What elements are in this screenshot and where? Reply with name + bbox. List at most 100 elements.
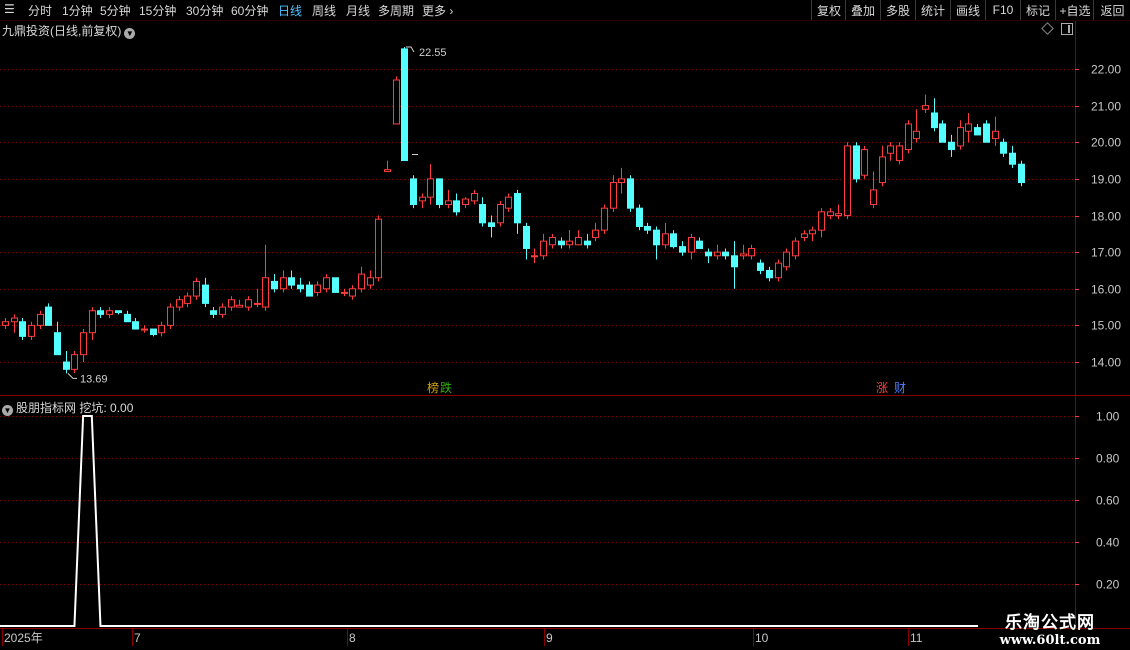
candle-body-up[interactable] xyxy=(28,324,35,337)
candle-body-down[interactable] xyxy=(401,48,408,162)
candle-body-up[interactable] xyxy=(505,196,512,209)
candle-body-down[interactable] xyxy=(983,123,990,143)
candle-body-down[interactable] xyxy=(453,200,460,213)
candle-body-up[interactable] xyxy=(566,240,573,246)
kline-chart-canvas[interactable]: 22.00 21.00 20.00 19.00 18.00 17.00 16.00 15.00… xyxy=(0,0,1130,650)
candle-body-down[interactable] xyxy=(757,262,764,271)
candle-body-up[interactable] xyxy=(419,196,426,202)
candle-body-down[interactable] xyxy=(636,207,643,227)
candle-body-up[interactable] xyxy=(861,149,868,176)
candle-body-up[interactable] xyxy=(245,299,252,308)
candle-body-up[interactable] xyxy=(254,302,261,305)
candle-body-up[interactable] xyxy=(219,306,226,315)
candle-body-down[interactable] xyxy=(97,310,104,315)
candle-body-down[interactable] xyxy=(853,145,860,180)
event-marker[interactable]: 榜 xyxy=(427,380,439,395)
candle-body-down[interactable] xyxy=(63,361,70,370)
candle-body-down[interactable] xyxy=(1009,152,1016,165)
candle-body-up[interactable] xyxy=(662,233,669,246)
candle-body-up[interactable] xyxy=(393,79,400,125)
candle-body-up[interactable] xyxy=(688,236,695,253)
candle-body-up[interactable] xyxy=(531,255,538,258)
candle-body-up[interactable] xyxy=(349,288,356,297)
candle-body-up[interactable] xyxy=(549,236,556,246)
candle-body-down[interactable] xyxy=(653,229,660,246)
candle-body-down[interactable] xyxy=(45,306,52,326)
candle-body-down[interactable] xyxy=(210,310,217,315)
candle-body-down[interactable] xyxy=(766,269,773,279)
candle-body-down[interactable] xyxy=(19,321,26,337)
candle-body-up[interactable] xyxy=(341,291,348,294)
candle-body-down[interactable] xyxy=(627,178,634,209)
candle-body-up[interactable] xyxy=(965,123,972,132)
candle-body-up[interactable] xyxy=(80,332,87,356)
candle-body-up[interactable] xyxy=(801,233,808,238)
candle-body-up[interactable] xyxy=(106,310,113,315)
candle-body-down[interactable] xyxy=(939,123,946,143)
candle-body-up[interactable] xyxy=(2,321,9,326)
candle-body-up[interactable] xyxy=(314,284,321,293)
event-marker[interactable]: 涨 xyxy=(876,380,888,395)
candle-body-up[interactable] xyxy=(280,277,287,290)
candle-body-up[interactable] xyxy=(158,324,165,334)
candle-body-down[interactable] xyxy=(722,251,729,257)
candle-body-down[interactable] xyxy=(410,178,417,206)
candle-body-down[interactable] xyxy=(488,222,495,227)
candle-body-down[interactable] xyxy=(297,284,304,290)
candle-body-down[interactable] xyxy=(696,240,703,249)
candle-body-down[interactable] xyxy=(948,141,955,151)
candle-body-down[interactable] xyxy=(271,280,278,290)
candle-body-up[interactable] xyxy=(957,127,964,147)
candle-body-up[interactable] xyxy=(193,280,200,297)
candle-body-down[interactable] xyxy=(705,251,712,257)
candle-body-up[interactable] xyxy=(618,178,625,184)
indicator-line-wakeng[interactable] xyxy=(0,415,978,627)
candle-body-up[interactable] xyxy=(236,304,243,308)
candle-body-down[interactable] xyxy=(132,321,139,330)
candle-body-down[interactable] xyxy=(332,277,339,293)
candle-body-up[interactable] xyxy=(809,229,816,235)
candle-body-down[interactable] xyxy=(479,204,486,224)
candle-body-up[interactable] xyxy=(879,156,886,184)
candle-body-up[interactable] xyxy=(575,236,582,246)
candle-body-up[interactable] xyxy=(176,299,183,308)
candle-body-up[interactable] xyxy=(601,207,608,231)
candle-body-down[interactable] xyxy=(436,178,443,206)
candle-body-up[interactable] xyxy=(462,198,469,206)
candle-body-up[interactable] xyxy=(992,130,999,140)
candle-body-up[interactable] xyxy=(11,317,18,323)
candle-body-up[interactable] xyxy=(184,295,191,304)
candle-body-up[interactable] xyxy=(783,251,790,268)
candle-body-up[interactable] xyxy=(71,354,78,370)
candle-body-down[interactable] xyxy=(731,255,738,268)
candle-body-up[interactable] xyxy=(835,213,842,216)
candle-body-up[interactable] xyxy=(89,310,96,334)
candle-body-up[interactable] xyxy=(714,251,721,257)
candle-body-down[interactable] xyxy=(1018,163,1025,184)
candle-body-down[interactable] xyxy=(150,328,157,336)
candle-body-up[interactable] xyxy=(792,240,799,257)
candle-body-down[interactable] xyxy=(679,246,686,253)
candle-body-up[interactable] xyxy=(358,273,365,290)
candle-body-up[interactable] xyxy=(540,240,547,257)
candle-body-up[interactable] xyxy=(748,247,755,257)
candle-body-up[interactable] xyxy=(384,169,391,173)
candle-body-up[interactable] xyxy=(167,306,174,326)
candle-body-up[interactable] xyxy=(367,277,374,286)
candle-body-down[interactable] xyxy=(558,240,565,246)
candle-body-up[interactable] xyxy=(141,328,148,331)
candle-body-down[interactable] xyxy=(124,313,131,323)
candle-body-up[interactable] xyxy=(896,145,903,162)
candle-body-down[interactable] xyxy=(670,233,677,248)
candle-body-up[interactable] xyxy=(37,313,44,326)
candle-body-down[interactable] xyxy=(974,127,981,136)
candle-body-up[interactable] xyxy=(740,253,747,257)
candle-body-down[interactable] xyxy=(115,310,122,314)
candle-body-down[interactable] xyxy=(931,112,938,129)
event-marker[interactable]: 跌 xyxy=(440,380,452,395)
candle-body-up[interactable] xyxy=(775,262,782,279)
candle-body-down[interactable] xyxy=(306,284,313,297)
candle-body-up[interactable] xyxy=(905,123,912,151)
candle-body-down[interactable] xyxy=(1000,141,1007,154)
candle-body-down[interactable] xyxy=(523,225,530,249)
